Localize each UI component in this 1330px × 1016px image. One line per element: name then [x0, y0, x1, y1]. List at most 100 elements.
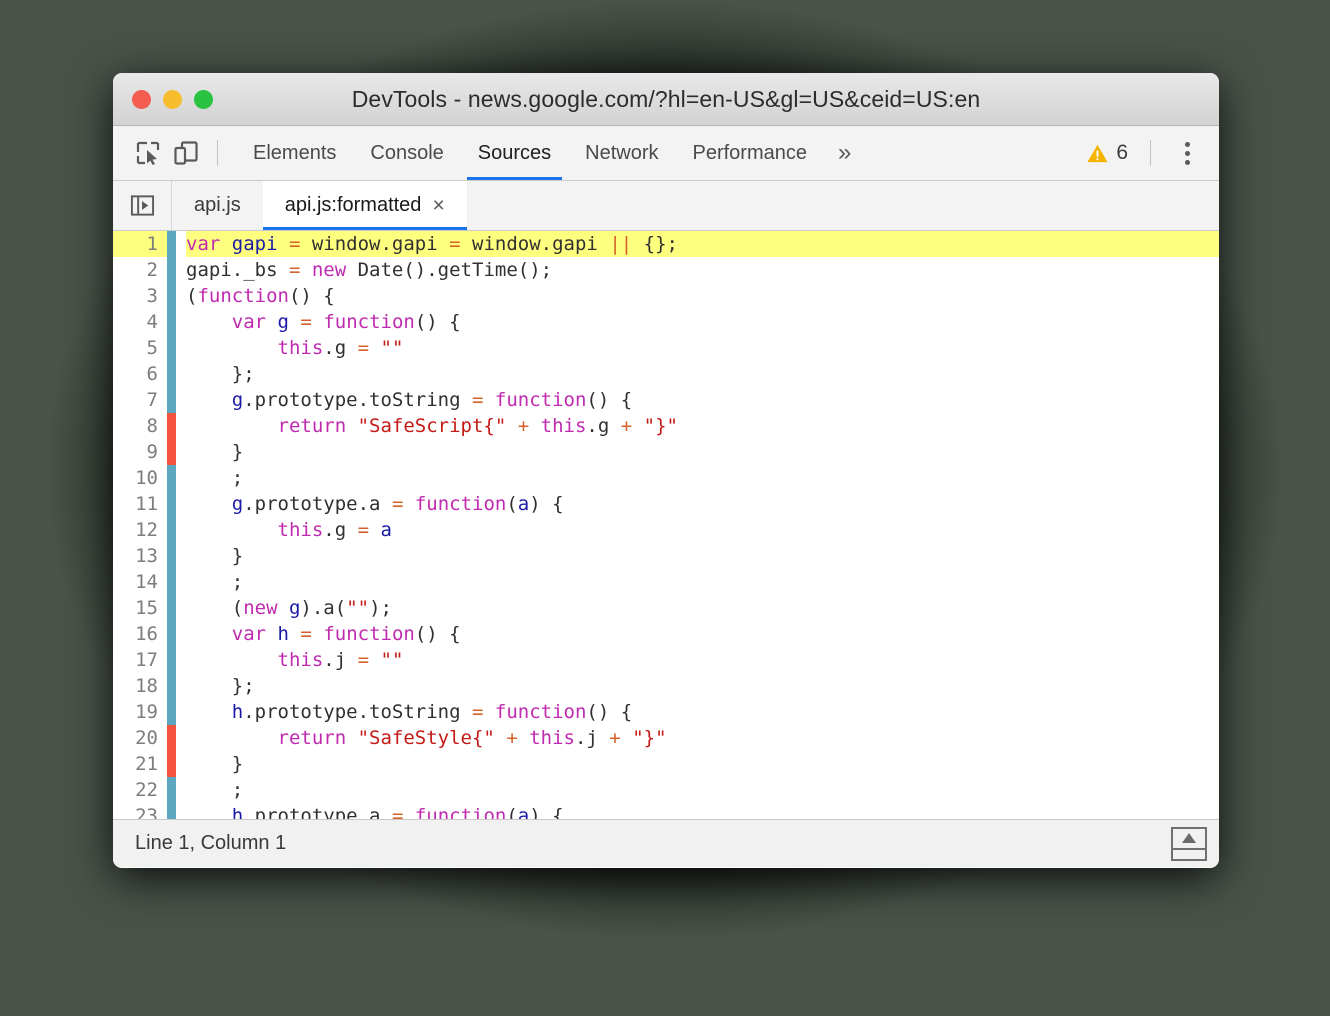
line-number[interactable]: 18: [113, 673, 167, 699]
line-number[interactable]: 13: [113, 543, 167, 569]
code-line[interactable]: 18 };: [113, 673, 1219, 699]
code-line[interactable]: 21 }: [113, 751, 1219, 777]
line-number[interactable]: 10: [113, 465, 167, 491]
code-line[interactable]: 10 ;: [113, 465, 1219, 491]
show-navigator-icon[interactable]: [113, 181, 172, 230]
line-number[interactable]: 22: [113, 777, 167, 803]
line-number[interactable]: 14: [113, 569, 167, 595]
code-token: +: [506, 727, 530, 749]
code-line[interactable]: 13 }: [113, 543, 1219, 569]
line-number[interactable]: 20: [113, 725, 167, 751]
line-number[interactable]: 12: [113, 517, 167, 543]
code-line[interactable]: 5 this.g = "": [113, 335, 1219, 361]
code-line-text[interactable]: var h = function() {: [186, 621, 1219, 647]
file-tab-api-js[interactable]: api.js: [172, 181, 263, 230]
warning-badge[interactable]: 6: [1076, 141, 1138, 165]
close-window-button[interactable]: [132, 89, 151, 109]
code-line[interactable]: 15 (new g).a("");: [113, 595, 1219, 621]
tab-elements[interactable]: Elements: [236, 126, 353, 180]
line-number[interactable]: 4: [113, 309, 167, 335]
line-number[interactable]: 6: [113, 361, 167, 387]
code-line[interactable]: 14 ;: [113, 569, 1219, 595]
code-token: =: [288, 259, 312, 281]
code-line-text[interactable]: this.j = "": [186, 647, 1219, 673]
code-line[interactable]: 9 }: [113, 439, 1219, 465]
code-line-text[interactable]: }: [186, 543, 1219, 569]
code-line[interactable]: 8 return "SafeScript{" + this.g + "}": [113, 413, 1219, 439]
code-scroll-area[interactable]: 1 var gapi = window.gapi = window.gapi ||…: [113, 231, 1219, 819]
code-line-text[interactable]: ;: [186, 465, 1219, 491]
code-line-text[interactable]: var gapi = window.gapi = window.gapi || …: [186, 231, 1219, 257]
code-line[interactable]: 4 var g = function() {: [113, 309, 1219, 335]
code-line-text[interactable]: this.g = a: [186, 517, 1219, 543]
inspect-element-icon[interactable]: [129, 134, 167, 172]
gutter-spacer: [176, 283, 186, 309]
code-token: =: [300, 311, 324, 333]
code-line-text[interactable]: };: [186, 673, 1219, 699]
code-line-text[interactable]: }: [186, 751, 1219, 777]
code-line-text[interactable]: (new g).a("");: [186, 595, 1219, 621]
tab-console[interactable]: Console: [353, 126, 460, 180]
code-line-text[interactable]: g.prototype.a = function(a) {: [186, 491, 1219, 517]
tab-sources[interactable]: Sources: [461, 126, 568, 180]
tab-performance[interactable]: Performance: [676, 126, 825, 180]
minimize-window-button[interactable]: [163, 89, 182, 109]
line-number[interactable]: 9: [113, 439, 167, 465]
line-number[interactable]: 21: [113, 751, 167, 777]
line-number[interactable]: 7: [113, 387, 167, 413]
kebab-menu-icon[interactable]: [1169, 135, 1205, 171]
code-line-text[interactable]: (function() {: [186, 283, 1219, 309]
line-number[interactable]: 3: [113, 283, 167, 309]
file-tab-api-js-formatted[interactable]: api.js:formatted ×: [262, 181, 467, 230]
code-line[interactable]: 11 g.prototype.a = function(a) {: [113, 491, 1219, 517]
maximize-window-button[interactable]: [194, 89, 213, 109]
line-number[interactable]: 1: [113, 231, 167, 257]
pretty-print-icon: [1173, 829, 1205, 850]
code-line[interactable]: 3 (function() {: [113, 283, 1219, 309]
code-token: =: [300, 623, 324, 645]
gutter-spacer: [176, 647, 186, 673]
line-number[interactable]: 15: [113, 595, 167, 621]
line-number[interactable]: 5: [113, 335, 167, 361]
line-number[interactable]: 19: [113, 699, 167, 725]
code-line[interactable]: 1 var gapi = window.gapi = window.gapi ||…: [113, 231, 1219, 257]
code-line[interactable]: 2 gapi._bs = new Date().getTime();: [113, 257, 1219, 283]
device-toolbar-icon[interactable]: [167, 134, 205, 172]
code-line-text[interactable]: g.prototype.toString = function() {: [186, 387, 1219, 413]
code-line[interactable]: 23 h.prototype.a = function(a) {: [113, 803, 1219, 819]
line-number[interactable]: 17: [113, 647, 167, 673]
line-number[interactable]: 11: [113, 491, 167, 517]
code-line[interactable]: 17 this.j = "": [113, 647, 1219, 673]
line-number[interactable]: 2: [113, 257, 167, 283]
code-line-text[interactable]: h.prototype.toString = function() {: [186, 699, 1219, 725]
code-line[interactable]: 12 this.g = a: [113, 517, 1219, 543]
code-line[interactable]: 19 h.prototype.toString = function() {: [113, 699, 1219, 725]
code-line-text[interactable]: ;: [186, 569, 1219, 595]
code-token: g: [277, 311, 301, 333]
code-line[interactable]: 6 };: [113, 361, 1219, 387]
code-line[interactable]: 16 var h = function() {: [113, 621, 1219, 647]
toolbar-divider: [217, 140, 218, 166]
code-line[interactable]: 7 g.prototype.toString = function() {: [113, 387, 1219, 413]
close-icon[interactable]: ×: [432, 195, 444, 216]
code-line-text[interactable]: return "SafeStyle{" + this.j + "}": [186, 725, 1219, 751]
more-panels-chevron-icon[interactable]: »: [824, 139, 865, 167]
code-line-text[interactable]: };: [186, 361, 1219, 387]
code-line[interactable]: 22 ;: [113, 777, 1219, 803]
code-line-text[interactable]: }: [186, 439, 1219, 465]
tab-network[interactable]: Network: [568, 126, 675, 180]
code-line-text[interactable]: this.g = "": [186, 335, 1219, 361]
code-line-text[interactable]: gapi._bs = new Date().getTime();: [186, 257, 1219, 283]
code-line-text[interactable]: var g = function() {: [186, 309, 1219, 335]
line-number[interactable]: 8: [113, 413, 167, 439]
line-number[interactable]: 16: [113, 621, 167, 647]
code-line-text[interactable]: ;: [186, 777, 1219, 803]
code-line[interactable]: 20 return "SafeStyle{" + this.j + "}": [113, 725, 1219, 751]
line-number[interactable]: 23: [113, 803, 167, 819]
code-line-text[interactable]: return "SafeScript{" + this.g + "}": [186, 413, 1219, 439]
gutter-spacer: [176, 413, 186, 439]
pretty-print-button[interactable]: [1171, 826, 1207, 861]
code-line-text[interactable]: h.prototype.a = function(a) {: [186, 803, 1219, 819]
code-editor[interactable]: 1 var gapi = window.gapi = window.gapi ||…: [113, 231, 1219, 819]
